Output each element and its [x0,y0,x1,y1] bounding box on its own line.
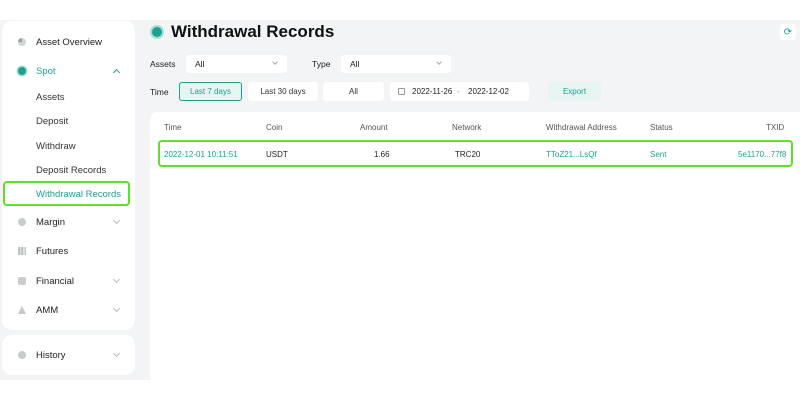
chevron-down-icon [112,304,121,313]
sidebar-item-label: Asset Overview [36,36,102,48]
title-icon [152,27,162,37]
refresh-button[interactable]: ⟳ [780,24,796,40]
column-header-time: Time [164,123,182,132]
last-30-days-button[interactable]: Last 30 days [248,82,318,101]
sidebar-item-label: Futures [36,245,69,257]
type-select[interactable]: All [341,55,451,73]
sidebar-item-financial[interactable]: Financial [2,269,135,293]
amm-icon [18,306,26,314]
sidebar-item-label: Financial [36,275,75,287]
sidebar-item-label: History [36,349,66,361]
column-header-amount: Amount [360,123,388,132]
export-button[interactable]: Export [548,82,601,101]
sidebar-subitem-deposit[interactable]: Deposit [2,109,135,133]
type-select-value: All [350,59,360,69]
last-7-days-button[interactable]: Last 7 days [179,82,242,101]
sidebar-item-label: Spot [36,65,56,77]
sidebar-item-label: AMM [36,304,59,316]
chevron-down-icon [112,349,121,358]
sidebar-subitem-label: Withdraw [36,140,76,152]
page-title: Withdrawal Records [171,22,335,41]
column-header-withdrawal-address: Withdrawal Address [546,123,617,132]
sidebar-item-amm[interactable]: AMM [2,298,135,322]
history-icon [18,351,26,359]
chevron-up-icon [112,68,121,77]
sidebar: Asset Overview Spot Assets Deposit Withd… [2,21,135,330]
column-header-coin: Coin [266,123,283,132]
sidebar-subitem-withdraw[interactable]: Withdraw [2,134,135,158]
chevron-down-icon [436,59,442,65]
sidebar-item-history[interactable]: History [2,343,135,367]
date-end: 2022-12-02 [468,87,509,96]
date-range-picker[interactable]: 2022-11-26 - 2022-12-02 [390,82,529,101]
sidebar-item-label: Margin [36,216,66,228]
pie-chart-icon [18,38,26,46]
chevron-down-icon [112,275,121,284]
sidebar-item-asset-overview[interactable]: Asset Overview [2,30,135,54]
assets-select-value: All [195,59,205,69]
type-label: Type [312,59,331,69]
time-label: Time [150,87,169,97]
refresh-icon: ⟳ [783,26,793,38]
calendar-icon [398,88,405,95]
assets-select[interactable]: All [186,55,287,73]
sidebar-history-card: History [2,335,135,375]
spot-gear-icon [18,67,26,75]
chevron-down-icon [272,59,278,65]
chevron-down-icon [112,216,121,225]
column-header-network: Network [452,123,482,132]
column-header-status: Status [650,123,673,132]
sidebar-subitem-assets[interactable]: Assets [2,85,135,109]
financial-icon [18,277,26,285]
assets-label: Assets [150,59,176,69]
margin-icon [18,218,26,226]
sidebar-item-spot[interactable]: Spot [2,59,135,83]
column-header-txid: TXID [766,123,785,132]
sidebar-subitem-deposit-records[interactable]: Deposit Records [2,158,135,182]
sidebar-item-margin[interactable]: Margin [2,210,135,234]
futures-icon [18,247,26,255]
date-start: 2022-11-26 [412,87,453,96]
sidebar-subitem-label: Deposit [36,115,69,127]
all-time-button[interactable]: All [323,82,384,101]
withdrawal-records-highlight [3,181,130,206]
row-highlight [158,140,793,167]
sidebar-item-futures[interactable]: Futures [2,239,135,263]
page: Asset Overview Spot Assets Deposit Withd… [0,0,800,400]
sidebar-subitem-label: Assets [36,91,65,103]
sidebar-subitem-label: Deposit Records [36,164,107,176]
date-separator: - [457,87,460,96]
